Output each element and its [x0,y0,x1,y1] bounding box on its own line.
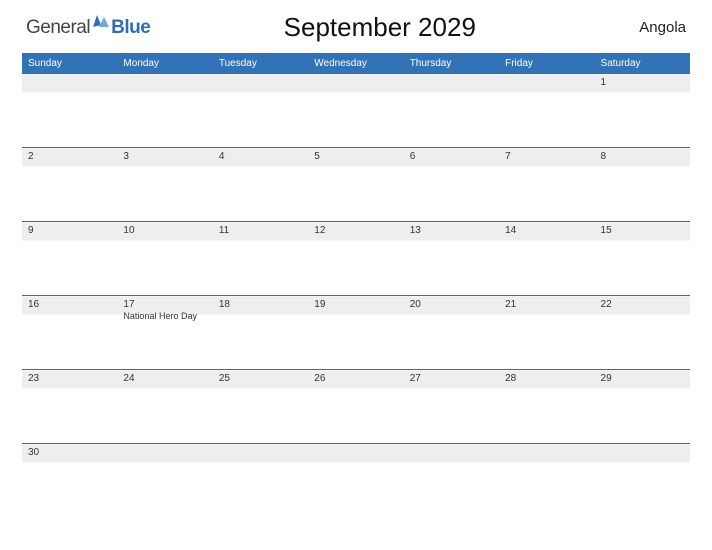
calendar-cell [22,74,117,148]
day-number: 14 [505,225,588,236]
calendar-cell: 10 [117,222,212,296]
day-number: 15 [601,225,684,236]
day-number: 18 [219,299,302,310]
calendar-cell [213,74,308,148]
calendar-cell: 17National Hero Day [117,296,212,370]
calendar-cell: 24 [117,370,212,444]
calendar-cell: 27 [404,370,499,444]
calendar-cell: 28 [499,370,594,444]
calendar-row: 23 24 25 26 27 28 29 [22,370,690,444]
day-number: 9 [28,225,111,236]
calendar-row: 30 [22,444,690,518]
day-number: 4 [219,151,302,162]
day-number: 26 [314,373,397,384]
calendar-cell [499,74,594,148]
calendar-row: 1 [22,74,690,148]
calendar-cell: 14 [499,222,594,296]
logo-text-general: General [26,17,90,39]
day-number: 16 [28,299,111,310]
calendar-cell: 8 [595,148,690,222]
day-number: 17 [123,299,206,310]
day-header: Sunday [22,54,117,74]
day-number: 28 [505,373,588,384]
calendar-cell: 20 [404,296,499,370]
calendar-cell: 16 [22,296,117,370]
day-header-row: Sunday Monday Tuesday Wednesday Thursday… [22,54,690,74]
day-number: 2 [28,151,111,162]
page-title: September 2029 [120,12,639,43]
day-number: 23 [28,373,111,384]
calendar-cell: 22 [595,296,690,370]
calendar-cell [213,444,308,518]
day-number: 19 [314,299,397,310]
calendar-cell [404,444,499,518]
calendar-row: 16 17National Hero Day 18 19 20 21 22 [22,296,690,370]
calendar-cell: 1 [595,74,690,148]
day-header: Saturday [595,54,690,74]
day-number: 7 [505,151,588,162]
day-number: 24 [123,373,206,384]
calendar-cell: 13 [404,222,499,296]
day-header: Monday [117,54,212,74]
calendar-cell: 11 [213,222,308,296]
day-number: 29 [601,373,684,384]
day-header: Tuesday [213,54,308,74]
calendar-row: 2 3 4 5 6 7 8 [22,148,690,222]
calendar-cell: 30 [22,444,117,518]
day-number: 12 [314,225,397,236]
calendar-cell: 15 [595,222,690,296]
calendar-cell: 23 [22,370,117,444]
day-number: 11 [219,225,302,236]
day-number: 1 [601,77,684,88]
calendar-cell: 2 [22,148,117,222]
calendar-cell: 12 [308,222,403,296]
day-number: 27 [410,373,493,384]
calendar-cell: 6 [404,148,499,222]
logo-mark-icon [93,14,109,26]
day-number: 10 [123,225,206,236]
day-number: 3 [123,151,206,162]
day-event: National Hero Day [123,311,197,321]
calendar-cell: 9 [22,222,117,296]
calendar-cell: 18 [213,296,308,370]
day-number: 6 [410,151,493,162]
calendar-row: 9 10 11 12 13 14 15 [22,222,690,296]
country-label: Angola [639,19,686,36]
day-header: Friday [499,54,594,74]
day-number: 13 [410,225,493,236]
day-number: 25 [219,373,302,384]
calendar-cell [308,444,403,518]
calendar-cell: 21 [499,296,594,370]
calendar-cell: 4 [213,148,308,222]
day-number: 21 [505,299,588,310]
day-number: 20 [410,299,493,310]
calendar-cell: 7 [499,148,594,222]
calendar-cell [404,74,499,148]
calendar: Sunday Monday Tuesday Wednesday Thursday… [22,53,690,518]
calendar-cell: 25 [213,370,308,444]
calendar-cell: 5 [308,148,403,222]
day-number: 8 [601,151,684,162]
calendar-cell: 26 [308,370,403,444]
header: General Blue September 2029 Angola [22,12,690,43]
calendar-cell [308,74,403,148]
day-number: 22 [601,299,684,310]
calendar-cell [595,444,690,518]
calendar-cell: 29 [595,370,690,444]
calendar-cell [499,444,594,518]
calendar-cell: 3 [117,148,212,222]
calendar-cell: 19 [308,296,403,370]
day-number: 5 [314,151,397,162]
calendar-cell [117,74,212,148]
day-header: Wednesday [308,54,403,74]
calendar-table: Sunday Monday Tuesday Wednesday Thursday… [22,54,690,518]
day-number: 30 [28,447,111,458]
day-header: Thursday [404,54,499,74]
calendar-cell [117,444,212,518]
